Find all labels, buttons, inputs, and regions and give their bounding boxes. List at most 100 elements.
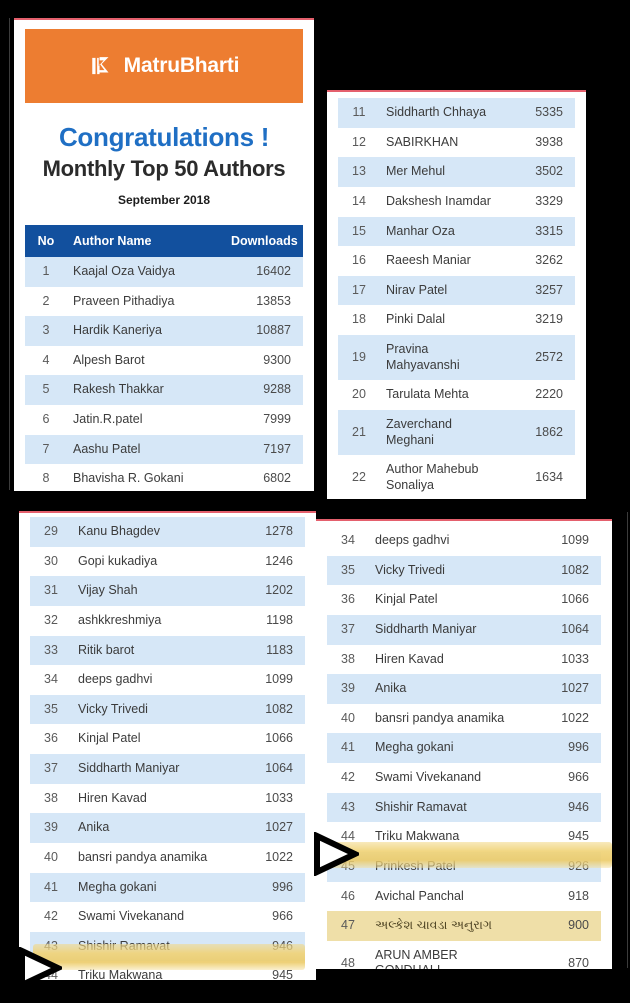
authors-table-2-body: 11 Siddharth Chhaya 5335 12 SABIRKHAN 3938 13 M… (338, 98, 575, 499)
table-row[interactable]: 38 Hiren Kavad 1033 (30, 783, 305, 814)
row-author-name: Alpesh Barot (67, 345, 225, 376)
panel-top-right[interactable]: 11 Siddharth Chhaya 5335 12 SABIRKHAN 3938 13 M… (327, 90, 586, 499)
row-downloads: 2572 (497, 335, 575, 381)
table-row[interactable]: 42 Swami Vivekanand 966 (327, 763, 601, 793)
table-row[interactable]: 43 Shishir Ramavat 946 (30, 931, 305, 962)
table-row[interactable]: 40 bansri pandya anamika 1022 (327, 703, 601, 734)
row-author-name: Ritik barot (72, 635, 227, 666)
table-row[interactable]: 21 Zaverchand Meghani 1862 (338, 409, 575, 456)
row-author-name: deeps gadhvi (369, 526, 523, 556)
table-row[interactable]: 34 deeps gadhvi 1099 (30, 665, 305, 695)
table-row[interactable]: 36 Kinjal Patel 1066 (30, 724, 305, 754)
table-row[interactable]: 34 deeps gadhvi 1099 (327, 526, 601, 556)
panel-top-left[interactable]: MatruBharti Congratulations ! Monthly To… (14, 18, 314, 491)
row-rank: 18 (338, 305, 380, 335)
col-header-author: Author Name (67, 224, 225, 257)
row-rank: 34 (327, 526, 369, 556)
row-author-name: Tarulata Mehta (380, 380, 497, 410)
table-row[interactable]: 16 Raeesh Maniar 3262 (338, 246, 575, 276)
table-row[interactable]: 11 Siddharth Chhaya 5335 (338, 98, 575, 128)
row-author-name: Kinjal Patel (369, 585, 523, 615)
row-downloads: 7197 (225, 434, 303, 465)
row-rank: 8 (25, 464, 67, 491)
table-row[interactable]: 15 Manhar Oza 3315 (338, 216, 575, 247)
row-downloads: 1183 (227, 635, 305, 666)
row-rank: 32 (30, 605, 72, 636)
table-row[interactable]: 31 Vijay Shah 1202 (30, 576, 305, 606)
table-row[interactable]: 20 Tarulata Mehta 2220 (338, 380, 575, 410)
panel-top-left-content: MatruBharti Congratulations ! Monthly To… (14, 20, 314, 491)
row-rank: 38 (30, 783, 72, 814)
row-downloads: 946 (227, 931, 305, 962)
row-downloads: 1082 (523, 555, 601, 586)
table-row[interactable]: 43 Shishir Ramavat 946 (327, 792, 601, 823)
table-row[interactable]: 33 Ritik barot 1183 (30, 635, 305, 666)
table-row[interactable]: 46 Avichal Panchal 918 (327, 881, 601, 912)
authors-table-4: 34 deeps gadhvi 1099 35 Vicky Trivedi 1082 36 K… (327, 526, 601, 969)
table-row[interactable]: 48ARUN AMBER GONDHALI870 (327, 940, 601, 969)
row-downloads: 1066 (523, 585, 601, 615)
table-row[interactable]: 47 અલ્કેશ ચાવડા અનુરાગ 900 (327, 911, 601, 941)
table-row[interactable]: 14 Dakshesh Inamdar 3329 (338, 186, 575, 217)
table-row[interactable]: 41 Megha gokani 996 (30, 872, 305, 903)
row-author-name: Siddharth Maniyar (72, 754, 227, 784)
row-downloads: 946 (523, 792, 601, 823)
row-rank: 29 (30, 517, 72, 547)
table-row[interactable]: 36 Kinjal Patel 1066 (327, 585, 601, 615)
row-author-name: SABIRKHAN (380, 127, 497, 158)
table-row[interactable]: 39 Anika 1027 (327, 674, 601, 704)
panel-bottom-left[interactable]: 29 Kanu Bhagdev 1278 30 Gopi kukadiya 1246 31 V… (19, 511, 316, 980)
table-row[interactable]: 4 Alpesh Barot 9300 (25, 345, 303, 376)
row-rank: 20 (338, 380, 380, 410)
table-row[interactable]: 6 Jatin.R.patel 7999 (25, 405, 303, 435)
table-row[interactable]: 44Triku Makwana945 (327, 822, 601, 852)
table-row[interactable]: 38 Hiren Kavad 1033 (327, 644, 601, 675)
row-rank: 11 (338, 98, 380, 128)
row-author-name: Prinkesh Patel (369, 851, 523, 882)
table-row[interactable]: 42 Swami Vivekanand 966 (30, 902, 305, 932)
table-row[interactable]: 30 Gopi kukadiya 1246 (30, 546, 305, 577)
row-downloads: 1022 (227, 842, 305, 873)
row-rank: 33 (30, 635, 72, 666)
row-author-name: Hiren Kavad (369, 644, 523, 675)
table-row[interactable]: 29 Kanu Bhagdev 1278 (30, 517, 305, 547)
table-row[interactable]: 7 Aashu Patel 7197 (25, 434, 303, 465)
table-row[interactable]: 13 Mer Mehul 3502 (338, 157, 575, 187)
row-downloads: 3262 (497, 246, 575, 276)
page-subtitle: Monthly Top 50 Authors (42, 155, 286, 181)
panel-edge-line-left (9, 18, 10, 490)
table-row[interactable]: 39 Anika 1027 (30, 813, 305, 843)
row-downloads: 3502 (497, 157, 575, 187)
table-row[interactable]: 19 Pravina Mahyavanshi 2572 (338, 335, 575, 381)
table-row[interactable]: 8 Bhavisha R. Gokani 6802 (25, 464, 303, 491)
row-author-name: Bhavisha R. Gokani (67, 464, 225, 491)
table-row[interactable]: 1 Kaajal Oza Vaidya 16402 (25, 256, 303, 287)
row-author-name: Vicky Trivedi (369, 555, 523, 586)
table-row[interactable]: 44Triku Makwana945 (30, 961, 305, 980)
table-row[interactable]: 37 Siddharth Maniyar 1064 (30, 754, 305, 784)
row-author-name: Pravina Mahyavanshi (380, 335, 497, 381)
row-author-name: Kaajal Oza Vaidya (67, 256, 225, 287)
table-row[interactable]: 37 Siddharth Maniyar 1064 (327, 614, 601, 645)
table-row[interactable]: 40 bansri pandya anamika 1022 (30, 842, 305, 873)
table-row[interactable]: 32 ashkkreshmiya 1198 (30, 605, 305, 636)
row-downloads: 1027 (523, 674, 601, 704)
panel-bottom-right[interactable]: 34 deeps gadhvi 1099 35 Vicky Trivedi 1082 36 K… (316, 519, 612, 969)
table-row[interactable]: 5 Rakesh Thakkar 9288 (25, 375, 303, 406)
panel-bottom-right-content: 34 deeps gadhvi 1099 35 Vicky Trivedi 1082 36 K… (316, 521, 612, 969)
table-row[interactable]: 3 Hardik Kaneriya 10887 (25, 316, 303, 346)
row-author-name: Dakshesh Inamdar (380, 186, 497, 217)
panel-edge-line-right (627, 512, 628, 968)
table-row[interactable]: 17 Nirav Patel 3257 (338, 275, 575, 306)
table-row[interactable]: 45 Prinkesh Patel 926 (327, 851, 601, 882)
table-row[interactable]: 22 Author Mahebub Sonaliya 1634 (338, 455, 575, 499)
table-row[interactable]: 35 Vicky Trivedi 1082 (30, 694, 305, 725)
row-rank: 36 (30, 724, 72, 754)
table-row[interactable]: 12 SABIRKHAN 3938 (338, 127, 575, 158)
table-row[interactable]: 35 Vicky Trivedi 1082 (327, 555, 601, 586)
table-row[interactable]: 18 Pinki Dalal 3219 (338, 305, 575, 335)
row-author-name: Mer Mehul (380, 157, 497, 187)
table-row[interactable]: 2 Praveen Pithadiya 13853 (25, 286, 303, 317)
row-downloads: 1278 (227, 517, 305, 547)
table-row[interactable]: 41 Megha gokani 996 (327, 733, 601, 763)
